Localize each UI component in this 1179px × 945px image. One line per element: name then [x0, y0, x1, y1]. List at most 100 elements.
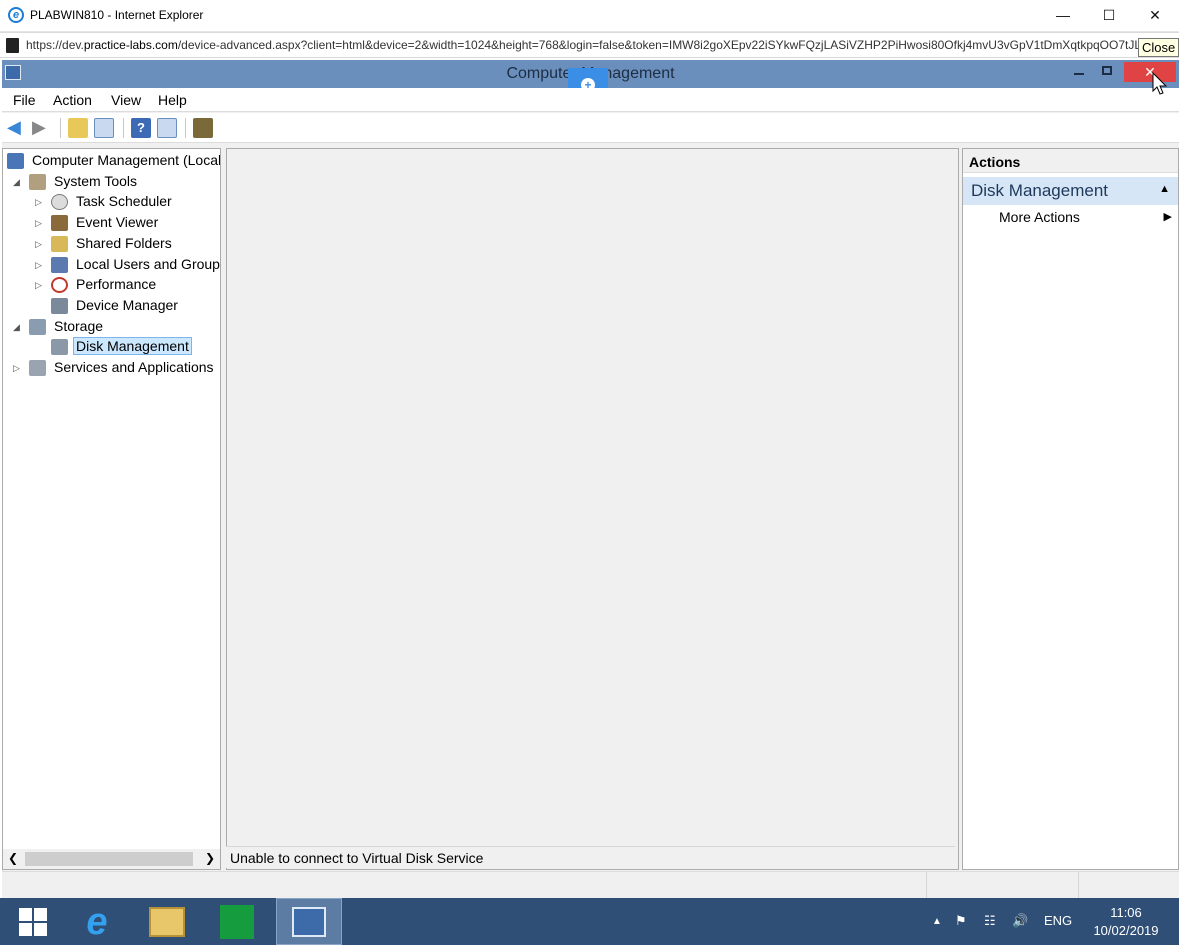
up-folder-icon[interactable]: [68, 118, 88, 138]
tree-label: Local Users and Groups: [76, 256, 221, 272]
menu-action[interactable]: Action: [53, 92, 92, 108]
taskbar-store[interactable]: [204, 898, 270, 945]
toolbar-separator: [123, 118, 124, 138]
help-icon[interactable]: ?: [131, 118, 151, 138]
toolbar-separator: [60, 118, 61, 138]
scrollbar-thumb[interactable]: [25, 852, 193, 866]
scroll-left-arrow-icon[interactable]: ❮: [8, 851, 18, 865]
clock-date: 10/02/2019: [1093, 923, 1159, 938]
show-hide-action-pane-icon[interactable]: [157, 118, 177, 138]
browser-maximize-button[interactable]: ☐: [1086, 0, 1132, 30]
menu-view[interactable]: View: [111, 92, 141, 108]
tree-label: Performance: [76, 276, 157, 292]
tree-label-selected: Disk Management: [73, 337, 192, 355]
menu-help[interactable]: Help: [158, 92, 187, 108]
expand-arrow-icon[interactable]: ▷: [35, 280, 42, 291]
tools-icon: [29, 174, 46, 190]
forward-arrow-icon[interactable]: ▶: [32, 118, 52, 138]
pane-status-bar: Unable to connect to Virtual Disk Servic…: [226, 846, 955, 868]
menu-bar: File Action View Help: [2, 88, 1179, 112]
close-tooltip: Close: [1138, 38, 1179, 57]
tree-label: Task Scheduler: [76, 193, 172, 209]
scroll-right-arrow-icon[interactable]: ❯: [205, 851, 215, 865]
submenu-arrow-icon: ▶: [1163, 211, 1172, 223]
taskbar-file-explorer[interactable]: [134, 898, 200, 945]
disk-management-pane: [226, 148, 959, 870]
action-center-flag-icon[interactable]: ⚑: [955, 913, 967, 929]
browser-minimize-button[interactable]: —: [1040, 0, 1086, 30]
device-manager-icon: [51, 298, 68, 314]
disk-management-icon: [51, 339, 68, 355]
status-message: Unable to connect to Virtual Disk Servic…: [230, 850, 484, 866]
mmc-restore-button[interactable]: [1102, 66, 1112, 75]
volume-icon[interactable]: 🔊: [1012, 913, 1028, 929]
network-icon[interactable]: ☷: [984, 913, 996, 929]
menu-file[interactable]: File: [13, 92, 36, 108]
tree-horizontal-scrollbar[interactable]: ❮ ❯: [3, 849, 220, 869]
store-icon: [220, 904, 254, 939]
url-rest: /device-advanced.aspx?client=html&device…: [177, 38, 1156, 52]
properties-icon[interactable]: [193, 118, 213, 138]
mmc-minimize-button[interactable]: [1074, 73, 1084, 75]
taskbar: e ▲ ⚑ ☷ 🔊 ENG 11:06 10/02/2019: [0, 898, 1179, 945]
actions-section-label: Disk Management: [971, 181, 1109, 200]
tree-root-label: Computer Management (Local: [32, 152, 221, 168]
show-hidden-icons-arrow-icon[interactable]: ▲: [932, 916, 942, 927]
actions-header: Actions: [963, 149, 1178, 173]
url-domain: practice-labs.com: [83, 38, 178, 52]
browser-titlebar: e PLABWIN810 - Internet Explorer — ☐ ✕: [0, 0, 1179, 32]
ie-icon: e: [86, 900, 108, 943]
site-icon: [6, 38, 19, 53]
collapse-arrow-icon[interactable]: ◢: [13, 322, 20, 333]
toolbar: ◀ ▶ ?: [2, 113, 1179, 143]
expand-arrow-icon[interactable]: ▷: [35, 260, 42, 271]
status-divider: [926, 872, 927, 898]
tree-label: Event Viewer: [76, 214, 159, 230]
mmc-status-bar: [2, 871, 1179, 898]
services-icon: [29, 360, 46, 376]
computer-management-icon: [7, 153, 24, 169]
toolbar-separator: [185, 118, 186, 138]
ie-logo-icon: e: [8, 7, 24, 23]
computer-management-taskbar-icon: [292, 906, 326, 937]
users-icon: [51, 257, 68, 273]
url-prefix: https://dev.: [26, 38, 84, 52]
tree-label: System Tools: [54, 173, 137, 189]
clock-icon: [51, 194, 68, 210]
console-tree: Computer Management (Local ◢ System Tool…: [2, 148, 221, 870]
collapse-up-arrow-icon[interactable]: ▲: [1159, 183, 1170, 195]
taskbar-computer-management[interactable]: [276, 898, 342, 945]
browser-close-button[interactable]: ✕: [1132, 0, 1178, 30]
windows-logo-icon: [19, 907, 47, 936]
storage-icon: [29, 319, 46, 335]
taskbar-internet-explorer[interactable]: e: [64, 898, 130, 945]
computer-management-window: Computer Management ✕ + File Action View…: [2, 60, 1179, 898]
taskbar-clock[interactable]: 11:06 10/02/2019: [1086, 904, 1166, 940]
back-arrow-icon[interactable]: ◀: [7, 118, 27, 138]
tree-label: Services and Applications: [54, 359, 214, 375]
performance-icon: [51, 277, 68, 293]
url-field[interactable]: https://dev.practice-labs.com/device-adv…: [26, 38, 1156, 52]
expand-arrow-icon[interactable]: ▷: [35, 197, 42, 208]
actions-pane: Actions Disk Management ▲ More Actions ▶: [962, 148, 1179, 870]
folder-icon: [149, 906, 185, 937]
browser-title: PLABWIN810 - Internet Explorer: [30, 8, 204, 22]
status-divider: [1078, 872, 1079, 898]
expand-arrow-icon[interactable]: ▷: [35, 218, 42, 229]
collapse-arrow-icon[interactable]: ◢: [13, 177, 20, 188]
show-hide-console-tree-icon[interactable]: [94, 118, 114, 138]
address-bar[interactable]: https://dev.practice-labs.com/device-adv…: [0, 32, 1179, 58]
expand-arrow-icon[interactable]: ▷: [35, 239, 42, 250]
tree-label: Shared Folders: [76, 235, 172, 251]
actions-section-disk-management[interactable]: Disk Management ▲: [963, 177, 1178, 205]
shared-folder-icon: [51, 236, 68, 252]
start-button[interactable]: [0, 898, 66, 945]
more-actions-item[interactable]: More Actions: [999, 209, 1080, 225]
tree-label: Device Manager: [76, 297, 178, 313]
language-indicator[interactable]: ENG: [1044, 913, 1072, 928]
mouse-cursor-icon: [1152, 72, 1168, 95]
tree-label: Storage: [54, 318, 104, 334]
expand-arrow-icon[interactable]: ▷: [13, 363, 20, 374]
clock-time: 11:06: [1110, 905, 1142, 920]
mmc-close-button[interactable]: ✕: [1124, 62, 1176, 82]
